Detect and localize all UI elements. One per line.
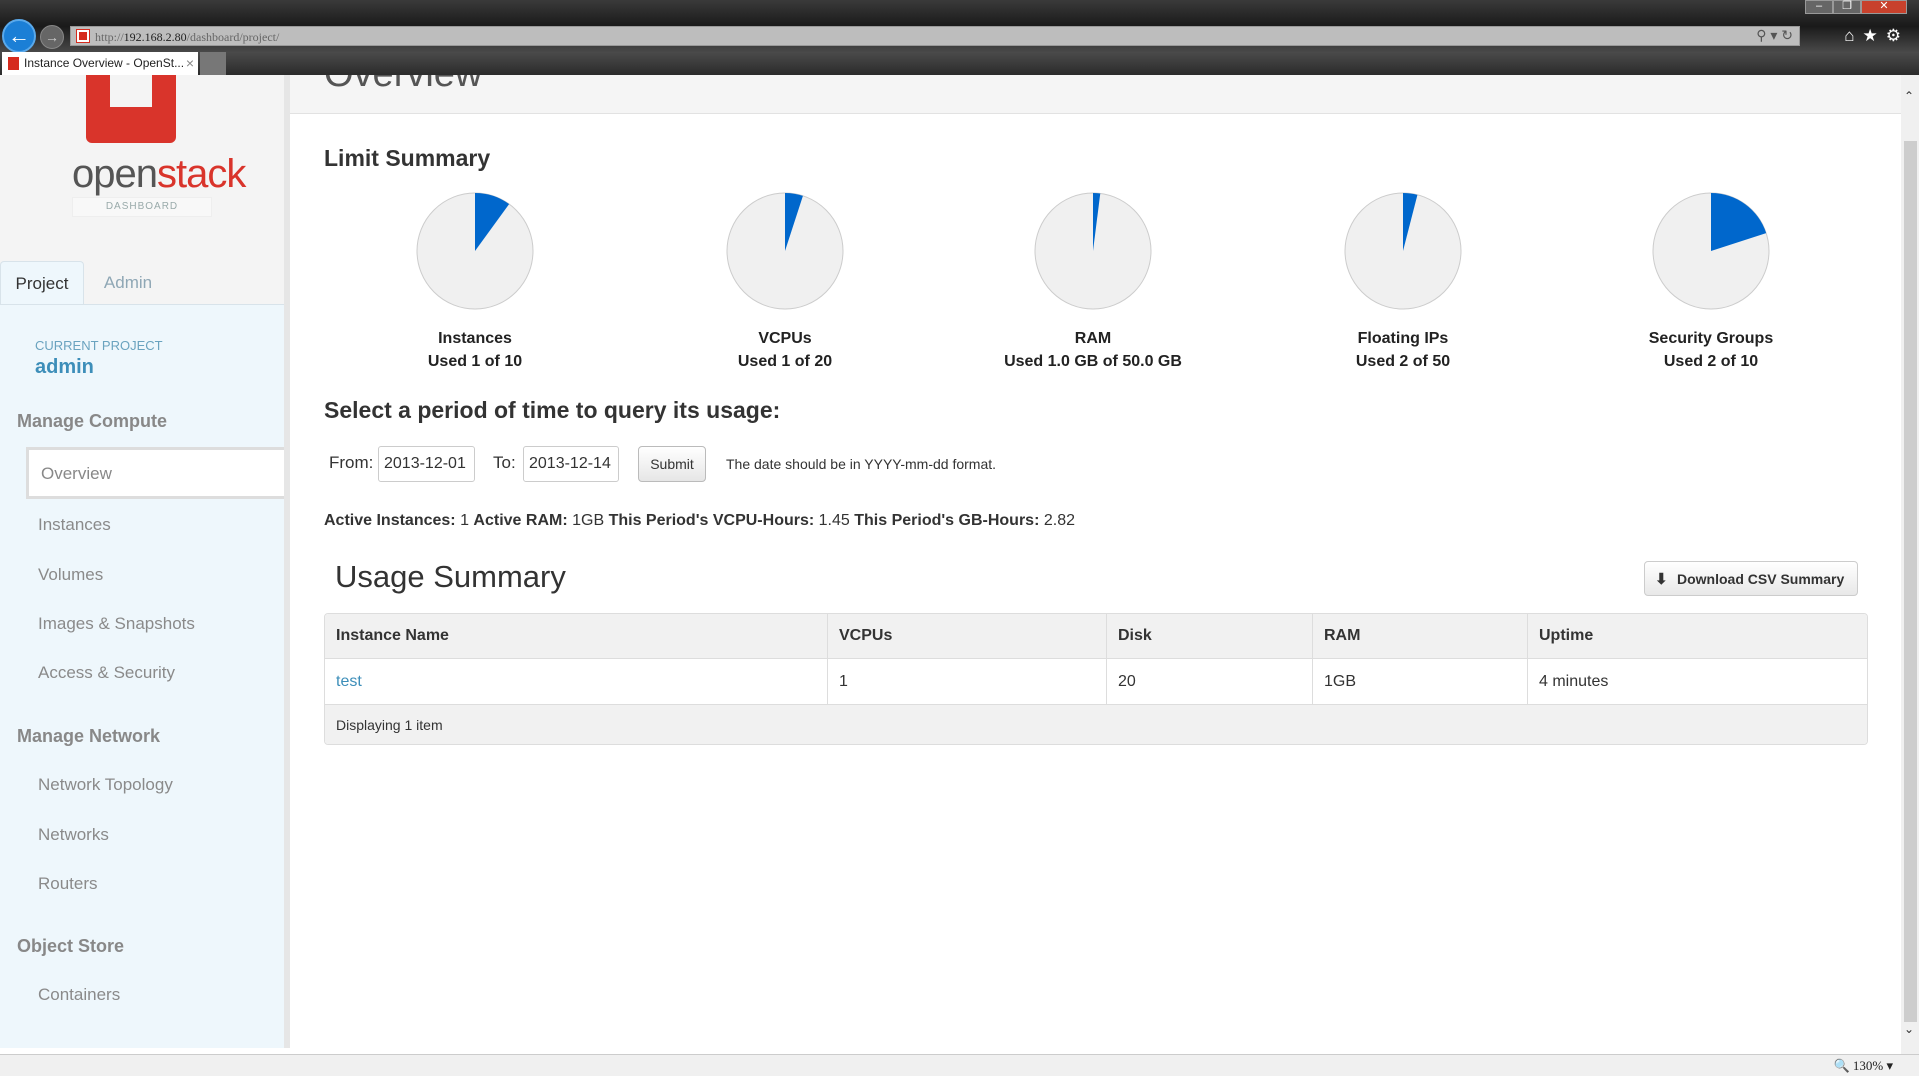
divider — [0, 304, 284, 305]
limit-name: Instances — [438, 330, 512, 347]
cell-instance-name: test — [325, 659, 827, 704]
search-refresh-icons[interactable]: ⚲ ▾ ↻ — [1756, 27, 1793, 44]
url-text: http://192.168.2.80/dashboard/project/ — [95, 30, 280, 44]
page-title: Overview — [324, 75, 482, 96]
from-label: From: — [329, 453, 374, 472]
download-csv-button[interactable]: ⬇ Download CSV Summary — [1644, 561, 1858, 596]
pie-instances — [416, 192, 534, 310]
download-label: Download CSV Summary — [1677, 571, 1845, 587]
page-header: Overview — [290, 75, 1901, 114]
col-ram: RAM — [1312, 614, 1527, 658]
pie-floating-ips — [1344, 192, 1462, 310]
favicon-icon — [76, 29, 90, 43]
sidebar-item-routers[interactable]: Routers — [38, 874, 98, 894]
current-project-label: CURRENT PROJECT — [35, 338, 163, 353]
tab-title: Instance Overview - OpenSt... — [24, 56, 185, 70]
limit-usage: Used 1 of 20 — [737, 353, 833, 370]
tab-project[interactable]: Project — [0, 261, 84, 304]
from-date-input[interactable]: 2013-12-01 — [378, 446, 475, 482]
close-tab-icon[interactable]: × — [186, 55, 194, 71]
date-format-hint: The date should be in YYYY-mm-dd format. — [726, 456, 997, 472]
col-vcpus: VCPUs — [827, 614, 1106, 658]
col-disk: Disk — [1106, 614, 1312, 658]
sidebar-item-networks[interactable]: Networks — [38, 825, 109, 845]
sidebar-item-overview[interactable]: Overview — [26, 447, 284, 499]
window-controls: – ❐ ✕ — [1805, 0, 1907, 14]
limit-label: RAM Used 1.0 GB of 50.0 GB — [973, 327, 1213, 373]
toolbar-icons: ⌂★⚙ — [1844, 26, 1909, 46]
usage-table: Instance Name VCPUs Disk RAM Uptime test… — [324, 613, 1868, 745]
cell-ram: 1GB — [1312, 659, 1527, 704]
limit-label: Instances Used 1 of 10 — [355, 327, 595, 373]
limit-name: RAM — [1074, 330, 1112, 347]
browser-tab[interactable]: Instance Overview - OpenSt... × — [2, 52, 198, 75]
forward-button[interactable]: → — [40, 25, 64, 49]
limit-name: Floating IPs — [1357, 330, 1449, 347]
period-title: Select a period of time to query its usa… — [324, 397, 781, 423]
zoom-level[interactable]: 🔍 130% ▾ — [1833, 1058, 1893, 1074]
scroll-up-icon[interactable]: ⌃ — [1904, 89, 1914, 103]
sidebar-item-network-topology[interactable]: Network Topology — [38, 775, 173, 795]
scroll-down-icon[interactable]: ⌄ — [1904, 1022, 1914, 1036]
browser-chrome: ← → http://192.168.2.80/dashboard/projec… — [0, 0, 1919, 75]
logo-text: openstack — [72, 152, 246, 196]
favicon-icon — [8, 57, 19, 70]
sidebar-item-images[interactable]: Images & Snapshots — [38, 614, 195, 634]
limit-usage: Used 1.0 GB of 50.0 GB — [1004, 353, 1182, 370]
submit-button[interactable]: Submit — [638, 446, 706, 482]
sidebar-item-instances[interactable]: Instances — [38, 515, 111, 535]
to-label: To: — [493, 453, 516, 472]
pie-vcpus — [726, 192, 844, 310]
sidebar-item-containers[interactable]: Containers — [38, 985, 120, 1005]
current-project-name[interactable]: admin — [35, 356, 94, 379]
limit-name: VCPUs — [758, 330, 812, 347]
cell-uptime: 4 minutes — [1527, 659, 1867, 704]
section-manage-compute: Manage Compute — [17, 411, 168, 431]
limit-label: Security Groups Used 2 of 10 — [1591, 327, 1831, 373]
logo-subtitle: DASHBOARD — [72, 197, 212, 217]
usage-stats: Active Instances: 1 Active RAM: 1GB This… — [324, 512, 1075, 529]
close-window-button[interactable]: ✕ — [1861, 0, 1907, 14]
new-tab-button[interactable] — [200, 52, 226, 75]
scrollbar-thumb[interactable] — [1904, 141, 1917, 1022]
table-header: Instance Name VCPUs Disk RAM Uptime — [325, 614, 1867, 659]
openstack-logo-icon[interactable] — [86, 75, 176, 143]
tab-admin[interactable]: Admin — [88, 261, 168, 304]
col-instance-name: Instance Name — [336, 627, 449, 644]
limit-summary-title: Limit Summary — [324, 145, 491, 171]
to-date-input[interactable]: 2013-12-14 — [523, 446, 619, 482]
minimize-button[interactable]: – — [1805, 0, 1833, 14]
section-object-store: Object Store — [17, 936, 125, 956]
cell-vcpus: 1 — [827, 659, 1106, 704]
limit-usage: Used 1 of 10 — [427, 353, 523, 370]
download-icon: ⬇ — [1655, 571, 1668, 588]
col-uptime: Uptime — [1527, 614, 1867, 658]
address-bar[interactable]: http://192.168.2.80/dashboard/project/ ⚲… — [70, 26, 1800, 46]
usage-summary-title: Usage Summary — [335, 559, 566, 594]
sidebar-item-volumes[interactable]: Volumes — [38, 565, 103, 585]
maximize-button[interactable]: ❐ — [1833, 0, 1861, 14]
limit-usage: Used 2 of 50 — [1355, 353, 1451, 370]
home-icon[interactable]: ⌂ — [1844, 26, 1862, 45]
pie-ram — [1034, 192, 1152, 310]
limit-label: Floating IPs Used 2 of 50 — [1283, 327, 1523, 373]
star-icon[interactable]: ★ — [1863, 26, 1886, 45]
limit-name: Security Groups — [1648, 330, 1774, 347]
main-content: Overview Limit Summary Instances Used 1 o… — [290, 75, 1901, 1054]
vertical-scrollbar[interactable]: ⌃ ⌄ — [1901, 75, 1919, 1054]
sidebar-item-access-security[interactable]: Access & Security — [38, 663, 175, 683]
pie-security-groups — [1652, 192, 1770, 310]
section-manage-network: Manage Network — [17, 726, 161, 746]
instance-link[interactable]: test — [336, 673, 362, 691]
status-bar: 🔍 130% ▾ — [0, 1054, 1919, 1076]
table-footer: Displaying 1 item — [325, 705, 1867, 744]
table-row: test 1 20 1GB 4 minutes — [325, 659, 1867, 705]
limit-usage: Used 2 of 10 — [1663, 353, 1759, 370]
limit-label: VCPUs Used 1 of 20 — [665, 327, 905, 373]
back-button[interactable]: ← — [2, 19, 36, 53]
sidebar: openstack DASHBOARD Project Admin CURREN… — [0, 75, 290, 1048]
gear-icon[interactable]: ⚙ — [1886, 26, 1909, 45]
cell-disk: 20 — [1106, 659, 1312, 704]
